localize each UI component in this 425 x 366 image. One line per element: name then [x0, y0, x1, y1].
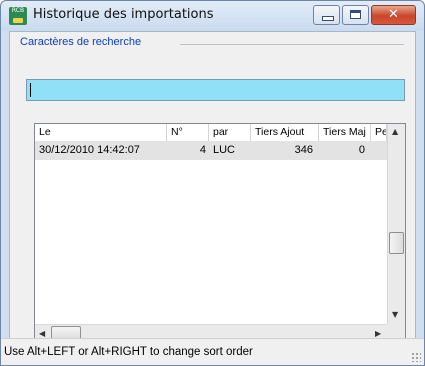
column-header-pe[interactable]: Pe [371, 124, 387, 141]
cell-tiers-ajout: 346 [294, 144, 313, 156]
vertical-scroll-thumb[interactable] [389, 232, 404, 254]
column-header-tiers-ajout[interactable]: Tiers Ajout [251, 124, 319, 141]
import-history-window: RCB Historique des importations ✕ Caract… [0, 0, 425, 366]
status-text: Use Alt+LEFT or Alt+RIGHT to change sort… [4, 346, 253, 358]
table-row[interactable]: 30/12/2010 14:42:07 4 LUC 346 0 [35, 141, 387, 160]
list-header: Le N° par Tiers Ajout Tiers Maj Pe [35, 124, 387, 141]
minimize-button[interactable] [313, 5, 340, 25]
search-input[interactable] [26, 79, 405, 101]
status-bar: Use Alt+LEFT or Alt+RIGHT to change sort… [1, 338, 424, 365]
close-icon: ✕ [388, 7, 399, 22]
text-cursor [30, 83, 31, 97]
window-title: Historique des importations [33, 7, 214, 22]
scroll-left-icon[interactable]: ◀ [39, 329, 45, 338]
column-header-date[interactable]: Le [35, 124, 167, 141]
scroll-up-icon[interactable]: ▲ [392, 127, 398, 136]
column-header-number[interactable]: N° [167, 124, 209, 141]
cell-number: 4 [199, 144, 206, 156]
maximize-button[interactable] [342, 5, 369, 25]
minimize-icon [322, 16, 334, 21]
cell-date: 30/12/2010 14:42:07 [39, 144, 140, 156]
maximize-icon [350, 10, 361, 19]
dialog-client-area: Caractères de recherche Le N° par Tiers … [9, 31, 416, 349]
group-divider [180, 44, 404, 45]
search-group-label: Caractères de recherche [20, 36, 142, 48]
cell-pe [371, 141, 387, 160]
column-header-tiers-maj[interactable]: Tiers Maj [319, 124, 371, 141]
resize-grip-icon[interactable] [411, 352, 421, 362]
import-history-list[interactable]: Le N° par Tiers Ajout Tiers Maj Pe 30/12… [34, 123, 406, 343]
vertical-scrollbar[interactable]: ▲ ▼ [387, 124, 405, 324]
close-button[interactable]: ✕ [371, 5, 416, 25]
cell-by: LUC [213, 144, 236, 156]
app-icon-badge [13, 18, 23, 23]
app-icon: RCB [9, 7, 27, 25]
scroll-down-icon[interactable]: ▼ [392, 310, 398, 319]
scroll-right-icon[interactable]: ▶ [375, 329, 381, 338]
title-bar[interactable]: RCB Historique des importations ✕ [1, 1, 424, 31]
column-header-by[interactable]: par [209, 124, 251, 141]
cell-tiers-maj: 0 [358, 144, 365, 156]
